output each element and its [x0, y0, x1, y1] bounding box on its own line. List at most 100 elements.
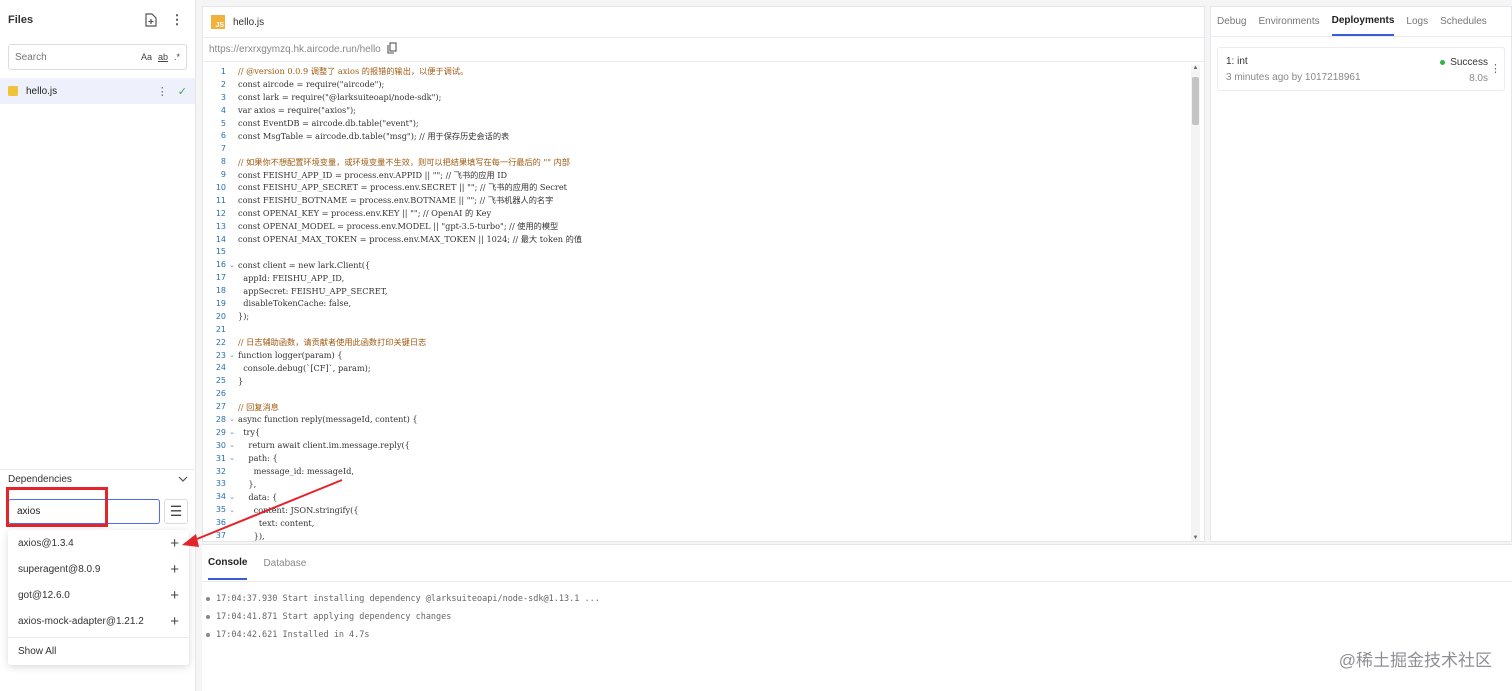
dependency-result[interactable]: axios@1.3.4 + [8, 530, 189, 556]
fold-chevron-icon[interactable]: ⌄ [226, 493, 238, 501]
code-line[interactable]: 6 const MsgTable = aircode.db.table("msg"… [203, 129, 1189, 142]
deployments-panel: Debug Environments Deployments Logs Sche… [1210, 6, 1512, 542]
code-text: // @version 0.0.9 调整了 axios 的报错的输出，以便于调试… [238, 66, 469, 77]
tab-environments[interactable]: Environments [1258, 7, 1319, 36]
new-file-icon[interactable] [141, 10, 161, 30]
line-number: 21 [215, 324, 226, 334]
js-file-icon: JS [211, 15, 225, 29]
tab-logs[interactable]: Logs [1406, 7, 1428, 36]
code-line[interactable]: 27 // 回复消息 [203, 400, 1189, 413]
match-word-toggle[interactable]: ab [158, 52, 168, 62]
code-line[interactable]: 10 const FEISHU_APP_SECRET = process.env.… [203, 181, 1189, 194]
code-text: const OPENAI_MAX_TOKEN = process.env.MAX… [238, 234, 583, 245]
code-line[interactable]: 31 ⌄ path: { [203, 452, 1189, 465]
code-line[interactable]: 8 // 如果你不想配置环境变量，或环境变量不生效，则可以把结果填写在每一行最后的… [203, 155, 1189, 168]
code-line[interactable]: 37 }), [203, 529, 1189, 541]
line-number: 10 [215, 182, 226, 192]
regex-toggle[interactable]: .* [174, 52, 180, 62]
line-number: 28 [215, 414, 226, 424]
tab-console[interactable]: Console [208, 547, 248, 580]
editor-scrollbar[interactable]: ▲ ▼ [1191, 65, 1200, 541]
file-search-input[interactable] [15, 51, 135, 63]
code-line[interactable]: 19 disableTokenCache: false, [203, 297, 1189, 310]
code-line[interactable]: 20}); [203, 310, 1189, 323]
tab-debug[interactable]: Debug [1217, 7, 1246, 36]
code-line[interactable]: 26 [203, 387, 1189, 400]
add-icon[interactable]: + [170, 535, 179, 552]
code-line[interactable]: 16 ⌄ const client = new lark.Client({ [203, 258, 1189, 271]
code-line[interactable]: 32 message_id: messageId, [203, 465, 1189, 478]
file-item-hello-js[interactable]: hello.js ⋮ ✓ [0, 78, 195, 104]
code-line[interactable]: 12 const OPENAI_KEY = process.env.KEY || … [203, 207, 1189, 220]
code-line[interactable]: 13 const OPENAI_MODEL = process.env.MODEL… [203, 220, 1189, 233]
fold-chevron-icon[interactable]: ⌄ [226, 506, 238, 514]
code-line[interactable]: 15 [203, 245, 1189, 258]
code-text: message_id: messageId, [238, 466, 354, 477]
code-line[interactable]: 24 console.debug(`[CF]`, param); [203, 361, 1189, 374]
code-text: return await client.im.message.reply({ [238, 440, 410, 451]
scrollbar-thumb[interactable] [1192, 77, 1199, 125]
fold-chevron-icon[interactable]: ⌄ [226, 415, 238, 423]
tab-schedules[interactable]: Schedules [1440, 7, 1487, 36]
code-line[interactable]: 2 const aircode = require("aircode"); [203, 78, 1189, 91]
code-line[interactable]: 4 var axios = require("axios"); [203, 104, 1189, 117]
code-line[interactable]: 21 [203, 323, 1189, 336]
line-number: 16 [215, 260, 226, 270]
scroll-up-icon[interactable]: ▲ [1191, 65, 1200, 71]
fold-chevron-icon[interactable]: ⌄ [226, 441, 238, 449]
more-options-icon[interactable]: ⋮ [1490, 62, 1501, 75]
more-options-icon[interactable]: ⋮ [167, 10, 187, 30]
code-line[interactable]: 3 const lark = require("@larksuiteoapi/no… [203, 91, 1189, 104]
add-icon[interactable]: + [170, 613, 179, 630]
code-line[interactable]: 25} [203, 374, 1189, 387]
code-line[interactable]: 7 [203, 142, 1189, 155]
editor-tab[interactable]: JS hello.js [203, 7, 1204, 38]
line-number: 36 [215, 518, 226, 528]
code-line[interactable]: 9 const FEISHU_APP_ID = process.env.APPID… [203, 168, 1189, 181]
code-line[interactable]: 34 ⌄ data: { [203, 490, 1189, 503]
code-line[interactable]: 30 ⌄ return await client.im.message.reply… [203, 439, 1189, 452]
file-more-icon[interactable]: ⋮ [157, 85, 168, 98]
line-number: 34 [215, 492, 226, 502]
tab-deployments[interactable]: Deployments [1331, 7, 1395, 36]
code-line[interactable]: 33 }, [203, 478, 1189, 491]
deployment-card[interactable]: 1: int 3 minutes ago by 1017218961 Succe… [1217, 47, 1505, 91]
editor-tab-title: hello.js [233, 16, 265, 28]
copy-icon[interactable] [387, 42, 397, 57]
fold-chevron-icon[interactable]: ⌄ [226, 428, 238, 436]
line-number: 24 [215, 363, 226, 373]
chevron-down-icon[interactable] [178, 474, 188, 485]
code-line[interactable]: 14 const OPENAI_MAX_TOKEN = process.env.M… [203, 233, 1189, 246]
scroll-down-icon[interactable]: ▼ [1191, 535, 1200, 541]
code-line[interactable]: 5 const EventDB = aircode.db.table("event… [203, 117, 1189, 130]
code-line[interactable]: 17 appId: FEISHU_APP_ID, [203, 271, 1189, 284]
match-case-toggle[interactable]: Aa [141, 52, 152, 62]
add-icon[interactable]: + [170, 587, 179, 604]
dependency-result[interactable]: superagent@8.0.9 + [8, 556, 189, 582]
dependency-list-button[interactable]: ☰ [164, 499, 188, 524]
fold-chevron-icon[interactable]: ⌄ [226, 454, 238, 462]
dependency-result[interactable]: got@12.6.0 + [8, 582, 189, 608]
code-line[interactable]: 28 ⌄ async function reply(messageId, conte… [203, 413, 1189, 426]
fold-chevron-icon[interactable]: ⌄ [226, 261, 238, 269]
code-line[interactable]: 11 const FEISHU_BOTNAME = process.env.BOT… [203, 194, 1189, 207]
code-line[interactable]: 22 // 日志辅助函数，请贡献者使用此函数打印关键日志 [203, 336, 1189, 349]
code-line[interactable]: 18 appSecret: FEISHU_APP_SECRET, [203, 284, 1189, 297]
code-line[interactable]: 36 text: content, [203, 516, 1189, 529]
tab-database[interactable]: Database [263, 548, 306, 579]
dependencies-header[interactable]: Dependencies [0, 469, 196, 489]
file-search[interactable]: Aa ab .* [8, 44, 187, 70]
code-area[interactable]: 1 // @version 0.0.9 调整了 axios 的报错的输出，以便于调… [203, 65, 1189, 541]
line-number: 15 [215, 247, 226, 257]
code-line[interactable]: 29 ⌄ try{ [203, 426, 1189, 439]
code-line[interactable]: 35 ⌄ content: JSON.stringify({ [203, 503, 1189, 516]
code-text: // 如果你不想配置环境变量，或环境变量不生效，则可以把结果填写在每一行最后的 … [238, 156, 570, 167]
code-line[interactable]: 1 // @version 0.0.9 调整了 axios 的报错的输出，以便于调… [203, 65, 1189, 78]
fold-chevron-icon[interactable]: ⌄ [226, 351, 238, 359]
add-icon[interactable]: + [170, 561, 179, 578]
show-all-button[interactable]: Show All [8, 638, 189, 664]
function-url[interactable]: https://erxrxgymzq.hk.aircode.run/hello [209, 44, 381, 55]
code-line[interactable]: 23 ⌄ function logger(param) { [203, 349, 1189, 362]
dependency-result[interactable]: axios-mock-adapter@1.21.2 + [8, 608, 189, 634]
status-dot-icon [1440, 60, 1446, 65]
